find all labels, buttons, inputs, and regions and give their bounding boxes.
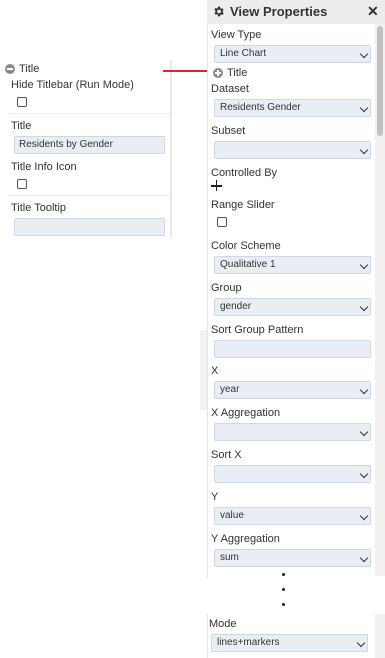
mode-label: Mode: [209, 618, 237, 630]
sort-group-pattern-input[interactable]: [214, 340, 371, 358]
panel-title: View Properties: [230, 4, 328, 19]
title-info-icon-label: Title Info Icon: [11, 161, 77, 173]
panel-header: View Properties ✕: [207, 0, 385, 24]
controlled-by-label: Controlled By: [211, 167, 278, 179]
sort-group-pattern-label: Sort Group Pattern: [211, 324, 304, 336]
color-scheme-label: Color Scheme: [211, 240, 281, 252]
group-select[interactable]: gender: [214, 298, 371, 316]
subset-select[interactable]: [214, 141, 371, 159]
y-aggregation-label: Y Aggregation: [211, 533, 280, 545]
title-input[interactable]: Residents by Gender: [14, 136, 165, 154]
x-value: year: [220, 384, 240, 395]
range-slider-label: Range Slider: [211, 199, 275, 211]
color-scheme-select[interactable]: Qualitative 1: [214, 256, 371, 274]
mode-select[interactable]: lines+markers: [211, 634, 368, 652]
subset-label: Subset: [211, 125, 246, 137]
x-select[interactable]: year: [214, 381, 371, 399]
y-value: value: [220, 510, 244, 521]
divider: [9, 195, 170, 196]
y-select[interactable]: value: [214, 507, 371, 525]
sort-x-label: Sort X: [211, 449, 242, 461]
zoom-divider: [170, 60, 172, 238]
title-tooltip-label: Title Tooltip: [11, 202, 67, 214]
chevron-down-icon: [359, 385, 369, 395]
sort-x-select[interactable]: [214, 465, 371, 483]
chevron-down-icon: [359, 302, 369, 312]
x-aggregation-label: X Aggregation: [211, 407, 281, 419]
title-section-label: Title: [227, 67, 248, 79]
ellipsis-dot: [282, 603, 285, 606]
expand-icon[interactable]: [213, 68, 223, 78]
mode-value: lines+markers: [217, 637, 280, 648]
ellipsis-dot: [282, 573, 285, 576]
title-section-label: Title: [19, 63, 40, 75]
range-slider-checkbox[interactable]: [217, 217, 227, 227]
chevron-down-icon: [359, 49, 369, 59]
chevron-down-icon: [356, 638, 366, 648]
dataset-value: Residents Gender: [220, 102, 301, 113]
y-aggregation-value: sum: [220, 552, 239, 563]
x-label: X: [211, 365, 219, 377]
chevron-down-icon: [359, 511, 369, 521]
callout-connector: [163, 70, 212, 72]
dataset-select[interactable]: Residents Gender: [214, 99, 371, 117]
scrollbar-thumb[interactable]: [377, 26, 383, 136]
group-value: gender: [220, 301, 252, 312]
chevron-down-icon: [359, 469, 369, 479]
x-aggregation-select[interactable]: [214, 423, 371, 441]
chevron-down-icon: [359, 145, 369, 155]
gear-icon: [214, 6, 224, 17]
collapse-icon[interactable]: [5, 64, 15, 74]
dataset-label: Dataset: [211, 83, 249, 95]
title-label: Title: [11, 120, 32, 132]
close-icon[interactable]: ✕: [367, 3, 379, 19]
mode-panel-scrollbar[interactable]: [375, 614, 385, 658]
view-type-value: Line Chart: [220, 48, 267, 59]
title-section-header[interactable]: Title: [5, 63, 39, 75]
title-section-toggle[interactable]: Title: [213, 67, 247, 79]
view-type-select[interactable]: Line Chart: [214, 45, 371, 63]
chevron-down-icon: [359, 553, 369, 563]
hide-titlebar-label: Hide Titlebar (Run Mode): [11, 79, 134, 91]
divider: [9, 113, 170, 114]
y-label: Y: [211, 491, 219, 503]
group-label: Group: [211, 282, 242, 294]
title-tooltip-input[interactable]: [14, 218, 165, 236]
view-type-label: View Type: [211, 29, 262, 41]
ellipsis-dot: [282, 588, 285, 591]
title-info-icon-checkbox[interactable]: [17, 179, 27, 189]
plus-icon[interactable]: [211, 180, 223, 192]
hide-titlebar-checkbox[interactable]: [17, 97, 27, 107]
gutter: [200, 330, 207, 410]
chevron-down-icon: [359, 103, 369, 113]
y-aggregation-select[interactable]: sum: [214, 549, 371, 567]
chevron-down-icon: [359, 260, 369, 270]
color-scheme-value: Qualitative 1: [220, 259, 276, 270]
chevron-down-icon: [359, 427, 369, 437]
